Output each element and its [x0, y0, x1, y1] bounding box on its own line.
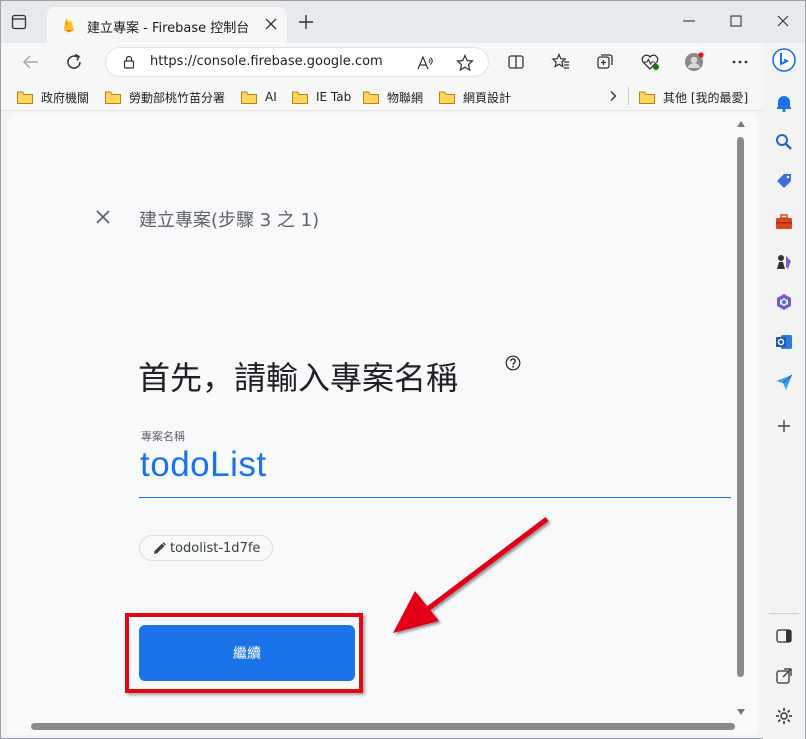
folder-icon [363, 91, 379, 104]
folder-icon [105, 91, 121, 104]
project-id-text: todolist-1d7fe [170, 540, 261, 556]
project-name-input[interactable]: todoList [140, 445, 267, 485]
favorite-folder-1[interactable]: 政府機關 [17, 88, 89, 106]
horizontal-scrollbar[interactable] [27, 721, 737, 731]
read-aloud-icon[interactable] [416, 54, 434, 72]
close-tab-icon[interactable] [265, 18, 277, 30]
favorite-label: IE Tab [316, 90, 352, 104]
step-title: 建立專案(步驟 3 之 1) [139, 210, 320, 231]
favorite-label: 網頁設計 [463, 90, 512, 105]
more-menu-icon[interactable] [730, 52, 750, 72]
profile-avatar-icon[interactable] [684, 52, 704, 72]
refresh-icon[interactable] [64, 52, 84, 72]
other-favorites-label: 其他 [我的最愛] [663, 90, 749, 105]
folder-icon [17, 91, 33, 104]
other-favorites[interactable]: 其他 [我的最愛] [639, 88, 748, 106]
new-tab-icon[interactable] [299, 15, 313, 29]
navigation-toolbar: https://console.firebase.google.com [1, 43, 763, 81]
lock-icon[interactable] [122, 55, 136, 69]
split-screen-icon[interactable] [506, 52, 526, 72]
drop-send-icon[interactable] [774, 372, 794, 392]
favorite-folder-3[interactable]: AI [241, 88, 277, 106]
minimize-icon[interactable] [682, 14, 696, 28]
sidebar-settings-gear-icon[interactable] [774, 706, 794, 726]
edge-sidebar [763, 43, 805, 739]
favorite-folder-2[interactable]: 勞動部桃竹苗分署 [105, 88, 225, 106]
notifications-icon[interactable] [774, 93, 794, 113]
folder-icon [292, 91, 308, 104]
favorite-star-icon[interactable] [456, 54, 474, 72]
hide-sidebar-icon[interactable] [774, 626, 794, 646]
browser-essentials-icon[interactable] [640, 52, 660, 72]
horizontal-scroll-thumb[interactable] [31, 723, 735, 730]
url-text: https://console.firebase.google.com [150, 54, 383, 69]
tab-actions-icon[interactable] [11, 14, 27, 30]
bing-copilot-icon[interactable] [772, 48, 796, 72]
tab-strip: 建立專案 - Firebase 控制台 [1, 1, 805, 43]
folder-icon [241, 91, 257, 104]
annotation-highlight-box [125, 613, 363, 693]
close-window-icon[interactable] [776, 14, 790, 28]
tab-title: 建立專案 - Firebase 控制台 [87, 21, 250, 36]
favorites-bar: 政府機關 勞動部桃竹苗分署 AI IE Tab 物聯網 網頁設計 其他 [我的最 [1, 81, 763, 111]
folder-icon [439, 91, 455, 104]
chevron-right-icon[interactable] [607, 90, 619, 102]
tools-briefcase-icon[interactable] [774, 212, 794, 232]
open-external-icon[interactable] [774, 666, 794, 686]
favorites-divider [628, 87, 629, 105]
maximize-icon[interactable] [729, 14, 743, 28]
outlook-icon[interactable] [774, 332, 794, 352]
pencil-icon [154, 542, 166, 554]
collections-icon[interactable] [595, 52, 615, 72]
favorite-folder-4[interactable]: IE Tab [292, 88, 351, 106]
favorites-icon[interactable] [551, 52, 571, 72]
shopping-tag-icon[interactable] [774, 172, 794, 192]
search-icon[interactable] [774, 132, 794, 152]
address-bar[interactable]: https://console.firebase.google.com [105, 47, 489, 77]
vertical-scrollbar[interactable] [735, 119, 747, 719]
scroll-up-arrow-icon[interactable] [737, 121, 745, 127]
close-icon[interactable] [93, 207, 113, 227]
tab-active[interactable]: 建立專案 - Firebase 控制台 [47, 7, 287, 43]
back-icon[interactable] [21, 52, 41, 72]
input-underline [139, 497, 731, 498]
page-heading: 首先，請輸入專案名稱 [138, 359, 459, 397]
favorite-label: 勞動部桃竹苗分署 [129, 90, 226, 105]
favorite-folder-5[interactable]: 物聯網 [363, 88, 423, 106]
favorite-label: AI [265, 90, 277, 104]
favorite-folder-6[interactable]: 網頁設計 [439, 88, 511, 106]
favorite-label: 物聯網 [387, 90, 424, 105]
project-id-chip[interactable]: todolist-1d7fe [139, 535, 274, 561]
microsoft-365-icon[interactable] [774, 292, 794, 312]
sidebar-divider [769, 613, 799, 614]
add-sidebar-app-icon[interactable] [774, 416, 794, 436]
favorite-label: 政府機關 [41, 90, 90, 105]
project-name-label: 專案名稱 [141, 430, 185, 443]
annotation-arrow [393, 517, 549, 633]
firebase-icon [64, 18, 74, 33]
folder-icon [639, 91, 655, 104]
browser-window: 建立專案 - Firebase 控制台 https://console.fire… [0, 0, 806, 739]
games-icon[interactable] [774, 252, 794, 272]
vertical-scroll-thumb[interactable] [737, 137, 744, 677]
help-question-icon[interactable] [505, 355, 521, 371]
scroll-down-arrow-icon[interactable] [737, 709, 745, 715]
page-viewport: 建立專案(步驟 3 之 1) 首先，請輸入專案名稱 專案名稱 todoList … [7, 113, 759, 735]
